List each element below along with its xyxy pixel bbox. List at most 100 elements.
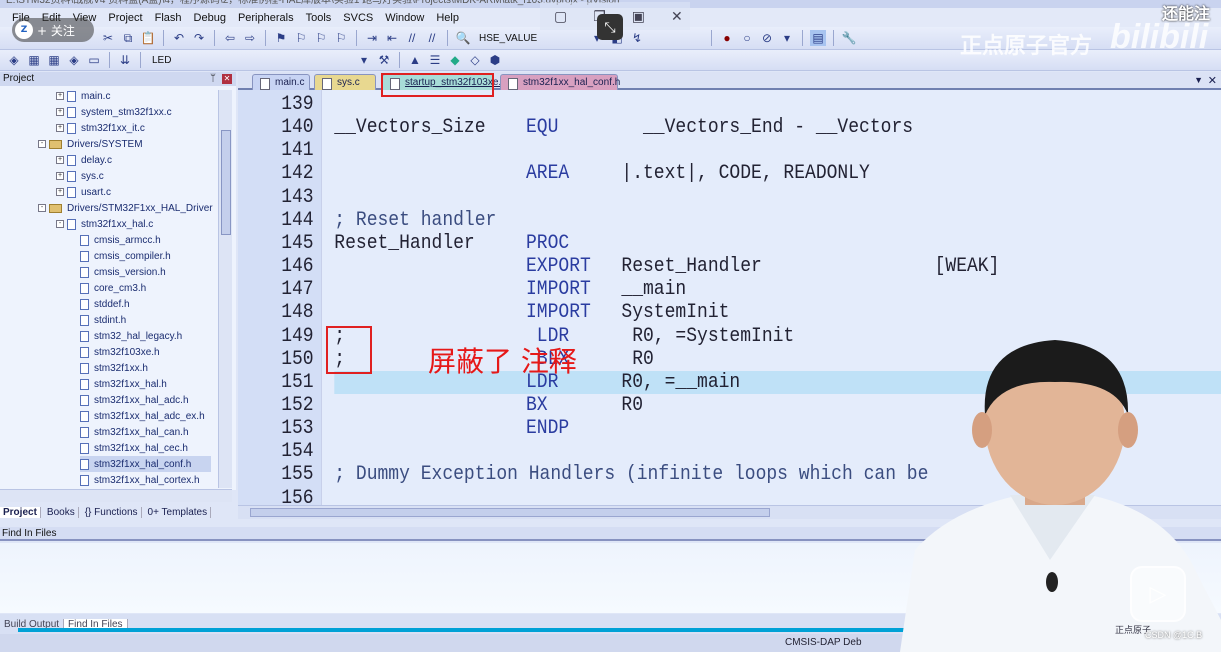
tree-item[interactable]: stm32_hal_legacy.h: [80, 328, 182, 344]
start-debug-icon[interactable]: ↯: [629, 30, 645, 46]
tree-item[interactable]: + main.c: [56, 88, 110, 104]
menu-help[interactable]: Help: [430, 12, 465, 24]
bookmark-clear-icon[interactable]: ⚐: [333, 30, 349, 46]
rebuild-icon[interactable]: ▦: [46, 52, 62, 68]
pin-icon[interactable]: ᛘ: [210, 72, 216, 86]
tree-item[interactable]: cmsis_armcc.h: [80, 232, 161, 248]
redo-icon[interactable]: ↷: [191, 30, 207, 46]
menu-flash[interactable]: Flash: [149, 12, 188, 24]
collapse-icon[interactable]: -: [56, 220, 64, 228]
tree-item[interactable]: cmsis_version.h: [80, 264, 166, 280]
target-options-icon[interactable]: ▾: [356, 52, 372, 68]
magic-wand-icon[interactable]: ⚒: [376, 52, 392, 68]
menu-svcs[interactable]: SVCS: [337, 12, 379, 24]
tree-item[interactable]: stm32f1xx_hal_adc_ex.h: [80, 408, 205, 424]
tree-item[interactable]: core_cm3.h: [80, 280, 146, 296]
tree-vertical-scrollbar[interactable]: [218, 90, 232, 488]
mini-player-icon[interactable]: ⤡: [597, 14, 623, 40]
expand-icon[interactable]: +: [56, 172, 64, 180]
tree-item[interactable]: stm32f1xx_hal_cortex.h: [80, 472, 200, 488]
tree-item[interactable]: + sys.c: [56, 168, 104, 184]
editor-tab[interactable]: sys.c: [314, 74, 376, 90]
nav-back-icon[interactable]: ⇦: [222, 30, 238, 46]
breakpoint-disable-icon[interactable]: ○: [739, 30, 755, 46]
undo-icon[interactable]: ↶: [171, 30, 187, 46]
configure-icon[interactable]: 🔧: [841, 30, 857, 46]
indent-icon[interactable]: ⇥: [364, 30, 380, 46]
manage-project-icon[interactable]: ▲: [407, 52, 423, 68]
expand-icon[interactable]: +: [56, 156, 64, 164]
save-icon[interactable]: ▣: [632, 8, 645, 25]
cut-icon[interactable]: ✂: [100, 30, 116, 46]
tree-item[interactable]: - stm32f1xx_hal.c: [56, 216, 153, 232]
find-in-files-icon[interactable]: 🔍: [455, 30, 471, 46]
tree-item[interactable]: stm32f1xx_hal_cec.h: [80, 440, 188, 456]
tree-item[interactable]: stm32f1xx.h: [80, 360, 148, 376]
tree-item[interactable]: cmsis_compiler.h: [80, 248, 171, 264]
breakpoint-kill-icon[interactable]: ▾: [779, 30, 795, 46]
menu-peripherals[interactable]: Peripherals: [232, 12, 300, 24]
menu-tools[interactable]: Tools: [300, 12, 338, 24]
bookmark-prev-icon[interactable]: ⚐: [293, 30, 309, 46]
tab-dropdown-icon[interactable]: ▼: [1194, 75, 1203, 85]
multi-project-icon[interactable]: ⬢: [487, 52, 503, 68]
breakpoint-clear-icon[interactable]: ⊘: [759, 30, 775, 46]
tree-item[interactable]: stm32f1xx_hal.h: [80, 376, 167, 392]
tree-item[interactable]: + system_stm32f1xx.c: [56, 104, 172, 120]
comment-icon[interactable]: //: [404, 30, 420, 46]
tree-item[interactable]: + delay.c: [56, 152, 112, 168]
unindent-icon[interactable]: ⇤: [384, 30, 400, 46]
window-layout-icon[interactable]: ▤: [810, 30, 826, 46]
stop-build-icon[interactable]: ▭: [86, 52, 102, 68]
tree-item[interactable]: + usart.c: [56, 184, 111, 200]
menu-debug[interactable]: Debug: [188, 12, 232, 24]
tree-item[interactable]: - Drivers/STM32F1xx_HAL_Driver: [38, 200, 213, 216]
run-time-env-icon[interactable]: ◇: [467, 52, 483, 68]
editor-tab[interactable]: main.c: [252, 74, 310, 90]
pack-installer-icon[interactable]: ◆: [447, 52, 463, 68]
close-icon[interactable]: ✕: [222, 74, 232, 84]
panel-tab[interactable]: Project: [0, 506, 41, 518]
download-icon[interactable]: ⇊: [117, 52, 133, 68]
tree-item[interactable]: stddef.h: [80, 296, 130, 312]
copy-icon[interactable]: ⧉: [120, 30, 136, 46]
restore-icon[interactable]: ▢: [554, 8, 567, 25]
bookmark-icon[interactable]: ⚑: [273, 30, 289, 46]
tree-item[interactable]: stm32f103xe.h: [80, 344, 160, 360]
target-select[interactable]: LED: [148, 55, 248, 66]
paste-icon[interactable]: 📋: [140, 30, 156, 46]
find-field[interactable]: HSE_VALUE: [475, 33, 585, 44]
collapse-icon[interactable]: -: [38, 204, 46, 212]
build-icon[interactable]: ▦: [26, 52, 42, 68]
bookmark-next-icon[interactable]: ⚐: [313, 30, 329, 46]
translate-icon[interactable]: ◈: [6, 52, 22, 68]
breakpoint-icon[interactable]: ●: [719, 30, 735, 46]
tree-item[interactable]: stm32f1xx_hal_adc.h: [80, 392, 189, 408]
code-arg: SystemInit: [621, 301, 730, 325]
follow-button[interactable]: Z + 关注: [12, 18, 94, 42]
tree-item[interactable]: stdint.h: [80, 312, 126, 328]
panel-tab[interactable]: Books: [44, 506, 79, 518]
expand-icon[interactable]: +: [56, 124, 64, 132]
menu-project[interactable]: Project: [102, 12, 148, 24]
expand-icon[interactable]: +: [56, 108, 64, 116]
expand-icon[interactable]: +: [56, 188, 64, 196]
editor-tab[interactable]: stm32f1xx_hal_conf.h: [500, 74, 620, 90]
tree-horizontal-scrollbar[interactable]: [0, 489, 232, 502]
panel-tab[interactable]: {} Functions: [82, 506, 142, 518]
close-icon[interactable]: ✕: [671, 8, 683, 25]
close-icon[interactable]: ✕: [1208, 74, 1217, 87]
play-icon[interactable]: ▷: [1130, 566, 1186, 622]
menu-window[interactable]: Window: [379, 12, 430, 24]
nav-forward-icon[interactable]: ⇨: [242, 30, 258, 46]
collapse-icon[interactable]: -: [38, 140, 46, 148]
tree-item[interactable]: - Drivers/SYSTEM: [38, 136, 143, 152]
tree-item[interactable]: stm32f1xx_hal_can.h: [80, 424, 189, 440]
select-packs-icon[interactable]: ☰: [427, 52, 443, 68]
tree-item[interactable]: + stm32f1xx_it.c: [56, 120, 145, 136]
tree-item[interactable]: stm32f1xx_hal_conf.h: [80, 456, 212, 472]
panel-tab[interactable]: 0+ Templates: [145, 506, 212, 518]
expand-icon[interactable]: +: [56, 92, 64, 100]
uncomment-icon[interactable]: //: [424, 30, 440, 46]
batch-build-icon[interactable]: ◈: [66, 52, 82, 68]
